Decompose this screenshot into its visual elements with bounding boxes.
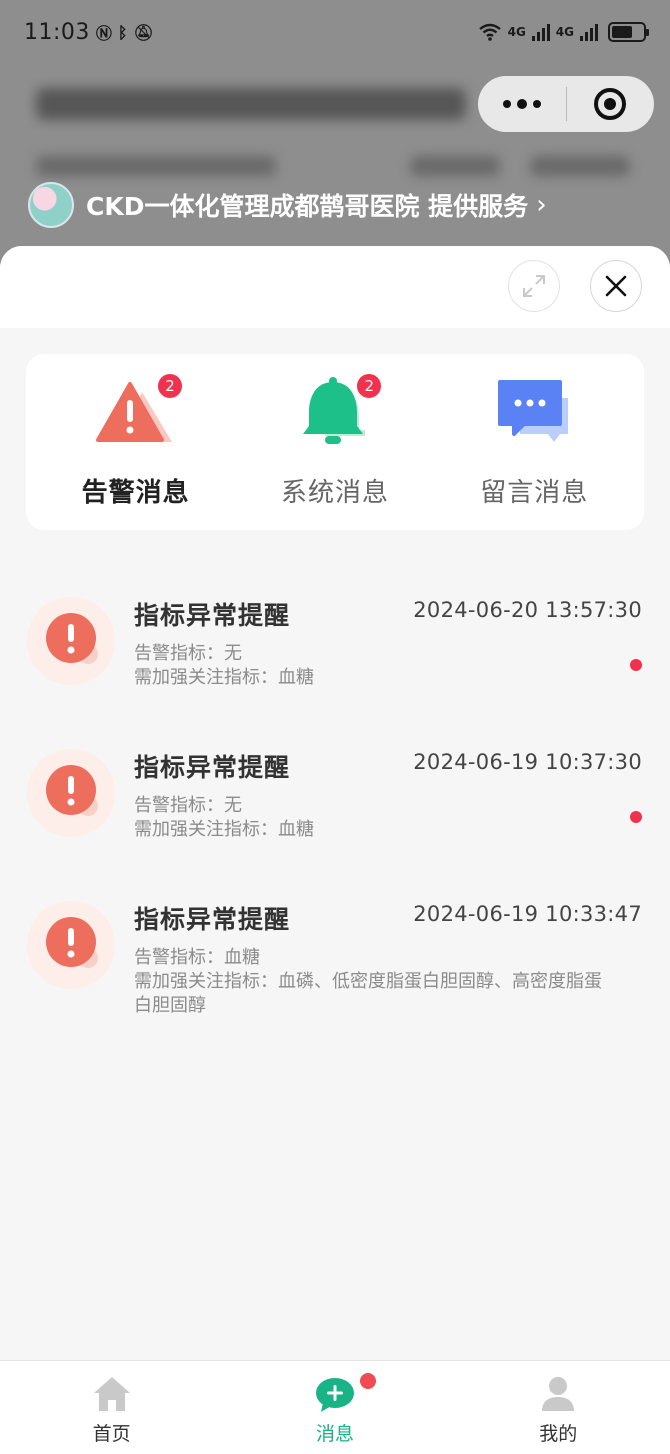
alarm-indicator-text: 告警指标：无	[134, 795, 242, 816]
miniprogram-capsule	[478, 76, 654, 132]
service-provider[interactable]: CKD一体化管理成都鹊哥医院 提供服务 ›	[28, 182, 547, 228]
nfc-icon: Ⓝ	[95, 24, 112, 43]
message-list: 指标异常提醒 2024-06-20 13:57:30 告警指标：无 需加强关注指…	[0, 566, 670, 1022]
message-title: 指标异常提醒	[134, 905, 291, 934]
blurred-text	[410, 156, 500, 176]
signal-icon	[531, 23, 550, 41]
unread-dot	[630, 659, 642, 671]
blurred-title	[36, 88, 466, 120]
dimmed-backdrop: 11:03 Ⓝ ᛒ 🔕︎ 4G 4G CKD一体化管理成都鹊哥医院 提供服务 ›	[0, 0, 670, 270]
provider-text: CKD一体化管理成都鹊哥医院 提供服务	[86, 192, 529, 221]
alert-icon	[27, 597, 115, 685]
bluetooth-icon: ᛒ	[117, 22, 128, 42]
message-time: 2024-06-20 13:57:30	[413, 598, 642, 622]
attention-indicator-text: 需加强关注指标：血糖	[134, 667, 314, 688]
tab-profile[interactable]: 我的	[447, 1361, 670, 1454]
battery-icon	[608, 22, 649, 42]
attention-indicator-text: 需加强关注指标：血糖	[134, 819, 314, 840]
close-miniprogram-button[interactable]	[567, 76, 655, 132]
message-item[interactable]: 指标异常提醒 2024-06-19 10:33:47 告警指标：血糖 需加强关注…	[0, 870, 670, 1022]
wifi-icon	[478, 23, 501, 41]
status-bar: 11:03 Ⓝ ᛒ 🔕︎ 4G 4G	[0, 0, 670, 64]
category-label: 留言消息	[480, 478, 589, 508]
more-menu-button[interactable]	[478, 76, 566, 132]
blurred-text	[530, 156, 630, 176]
alarm-indicator-text: 告警指标：血糖	[134, 947, 260, 968]
signal-icon	[580, 23, 598, 41]
message-time: 2024-06-19 10:33:47	[413, 902, 642, 926]
message-item[interactable]: 指标异常提醒 2024-06-20 13:57:30 告警指标：无 需加强关注指…	[0, 566, 670, 718]
message-sheet: 2 告警消息 2 系统消息 留言消息 指标异常提醒 2024-06-20 13:…	[0, 246, 670, 1454]
mute-icon: 🔕︎	[133, 22, 154, 42]
message-icon	[315, 1378, 354, 1412]
tab-home[interactable]: 首页	[0, 1361, 223, 1454]
network-type-left: 4G	[507, 25, 526, 39]
status-time: 11:03	[24, 19, 90, 45]
new-message-dot	[358, 1371, 379, 1391]
category-label: 系统消息	[280, 478, 389, 508]
unread-dot	[630, 811, 642, 823]
home-icon	[93, 1377, 130, 1411]
blurred-text	[36, 156, 276, 176]
tab-label: 我的	[539, 1423, 578, 1445]
tab-alarm-messages[interactable]: 2 告警消息	[36, 354, 235, 530]
hospital-logo	[28, 182, 74, 228]
alarm-count-badge: 2	[156, 372, 184, 400]
tab-label: 消息	[315, 1423, 354, 1445]
category-label: 告警消息	[81, 478, 190, 508]
message-item[interactable]: 指标异常提醒 2024-06-19 10:37:30 告警指标：无 需加强关注指…	[0, 718, 670, 870]
system-count-badge: 2	[355, 372, 384, 400]
expand-button[interactable]	[508, 260, 560, 312]
tab-leave-messages[interactable]: 留言消息	[435, 354, 634, 530]
expand-icon	[523, 275, 545, 297]
sheet-header	[0, 246, 670, 328]
message-time: 2024-06-19 10:37:30	[413, 750, 642, 774]
close-icon	[605, 275, 627, 297]
profile-icon	[542, 1377, 575, 1411]
tab-label: 首页	[92, 1423, 131, 1445]
close-button[interactable]	[590, 260, 642, 312]
target-icon	[594, 88, 627, 120]
tab-messages[interactable]: 消息	[223, 1361, 446, 1454]
message-title: 指标异常提醒	[134, 753, 291, 782]
network-type-right: 4G	[555, 25, 574, 39]
message-title: 指标异常提醒	[134, 601, 291, 630]
alarm-indicator-text: 告警指标：无	[134, 643, 242, 664]
chevron-right-icon: ›	[536, 190, 547, 220]
message-category-card: 2 告警消息 2 系统消息 留言消息	[26, 354, 644, 530]
chat-icon	[498, 380, 569, 442]
attention-indicator-text: 需加强关注指标：血磷、低密度脂蛋白胆固醇、高密度脂蛋白胆固醇	[134, 971, 602, 1016]
tab-system-messages[interactable]: 2 系统消息	[235, 354, 434, 530]
alert-icon	[27, 749, 115, 837]
alert-icon	[27, 901, 115, 989]
bottom-tab-bar: 首页 消息 我的	[0, 1360, 670, 1454]
